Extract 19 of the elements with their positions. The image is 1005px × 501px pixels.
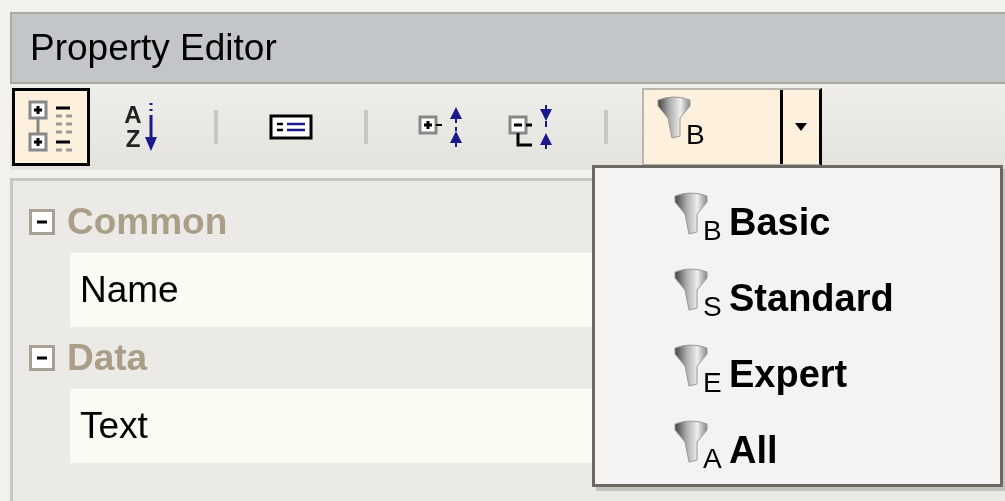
window-title: Property Editor [30, 27, 277, 69]
expand-all-icon [418, 105, 464, 149]
caret-icon [795, 123, 807, 131]
filter-letter: B [703, 216, 722, 246]
category-label: Common [67, 201, 228, 243]
sort-letter: Z [124, 127, 142, 151]
collapse-icon[interactable] [29, 209, 55, 235]
filter-letter: S [703, 292, 722, 322]
categorized-icon [28, 100, 74, 154]
sort-letter: A [124, 103, 142, 127]
property-pages-icon [269, 114, 313, 140]
collapse-all-icon [508, 105, 554, 149]
sort-alphabetical-button[interactable]: A Z [102, 88, 180, 166]
category-label: Data [67, 337, 148, 379]
down-arrow-icon [143, 101, 158, 153]
filter-letter: B [686, 120, 705, 150]
categorized-button[interactable] [12, 88, 90, 166]
filter-dropdown[interactable]: B [642, 88, 822, 166]
collapse-icon[interactable] [29, 345, 55, 371]
